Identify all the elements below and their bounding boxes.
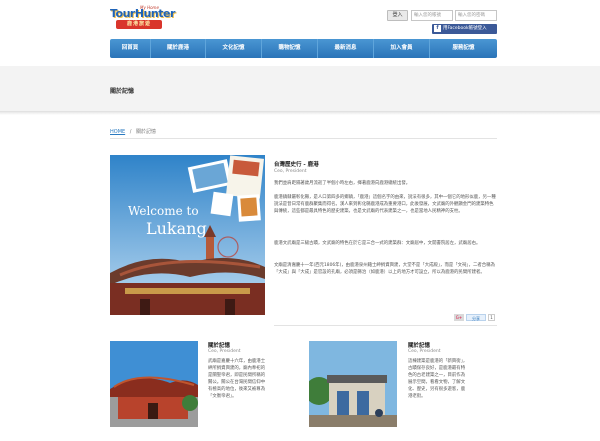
facebook-icon: f	[434, 25, 441, 32]
nav-item-shopping[interactable]: 購物記憶	[262, 39, 318, 58]
account-input[interactable]: 輸入您的帳號	[411, 10, 453, 21]
nav-item-join[interactable]: 加入會員	[374, 39, 430, 58]
breadcrumb-separator: /	[129, 129, 132, 135]
feature-image-caption-2: Lukang	[146, 219, 207, 238]
nav-item-service[interactable]: 服務記憶	[430, 39, 497, 58]
card-2-title: 關於記憶	[408, 343, 431, 349]
header: TourHunter My Home 鹿港旅遊 登入 輸入您的帳號 輸入您的密碼…	[0, 0, 600, 66]
card-1-text: 武廟是嘉慶十六年，由鹿港士紳所捐資興建的，廟內奉祀的是關聖帝君，即是民間所稱的關…	[208, 359, 266, 400]
logo-tag-text: My Home	[140, 5, 159, 10]
facebook-login-label: 用Facebook帳號登入	[443, 26, 487, 31]
password-input[interactable]: 輸入您的密碼	[455, 10, 497, 21]
feature-paragraph-1: 我們並肩距隔著歲月流逝了半個小時左右，揮著鹿港向鹿港總統出發。	[274, 181, 411, 186]
card-2-text: 這棟建築是鹿港的「新興街」，古蹟保存良好，是鹿港最有特色的古老建築之一，目前作為…	[408, 359, 468, 400]
site-logo[interactable]: TourHunter My Home 鹿港旅遊	[110, 5, 175, 29]
nav-item-culture[interactable]: 文化記憶	[206, 39, 262, 58]
feature-subtitle: Ceo, President	[274, 169, 307, 174]
breadcrumb-current: 關於記憶	[136, 129, 157, 135]
divider	[274, 325, 497, 326]
nav-item-news[interactable]: 最新消息	[318, 39, 374, 58]
page-title-band: 關於記憶	[0, 66, 600, 112]
card-image-old-street	[309, 341, 397, 427]
breadcrumb-home-link[interactable]: HOME	[110, 129, 125, 135]
card-1-title: 關於記憶	[208, 343, 231, 349]
logo-sub-text: 鹿港旅遊	[116, 20, 162, 29]
share-button[interactable]: 分享	[466, 313, 486, 321]
card-2-subtitle: Ceo, President	[408, 349, 441, 354]
feature-title: 台灣歷史行 - 鹿港	[274, 162, 319, 168]
login-button[interactable]: 登入	[387, 10, 408, 21]
nav-item-home[interactable]: 回首頁	[110, 39, 151, 58]
share-count: 1	[488, 313, 495, 321]
main-nav: 回首頁 關於鹿港 文化記憶 購物記憶 最新消息 加入會員 服務記憶	[110, 39, 497, 58]
feature-paragraph-2: 鹿港鎮隸屬彰化縣，是人口第四多的鄉鎮，「鹿港」這個名字的由來，說法有很多，其中一…	[274, 195, 496, 215]
card-image-temple	[110, 341, 198, 427]
facebook-login-button[interactable]: f 用Facebook帳號登入	[432, 24, 497, 34]
band-shadow	[0, 112, 600, 115]
divider	[110, 138, 497, 139]
feature-image-caption-1: Welcome to	[128, 204, 199, 218]
feature-paragraph-4: 文廟是清嘉慶十一年(西元1806年)，由鹿港泉州籍士紳捐資興建，大堂不是「大成殿…	[274, 263, 495, 276]
card-1-subtitle: Ceo, President	[208, 349, 241, 354]
nav-item-about-lukang[interactable]: 關於鹿港	[151, 39, 206, 58]
google-plus-button[interactable]: G+	[454, 313, 464, 321]
feature-paragraph-3: 鹿港文武廟是三級古蹟，文武廟的特色在於它是三合一式的建築群：文廟居中，文開書院居…	[274, 241, 481, 246]
breadcrumb: HOME / 關於記憶	[110, 128, 156, 135]
feature-image: Welcome to Lukang	[110, 155, 265, 315]
page-title: 關於記憶	[110, 88, 135, 95]
share-bar: G+ 分享 1	[454, 313, 495, 321]
